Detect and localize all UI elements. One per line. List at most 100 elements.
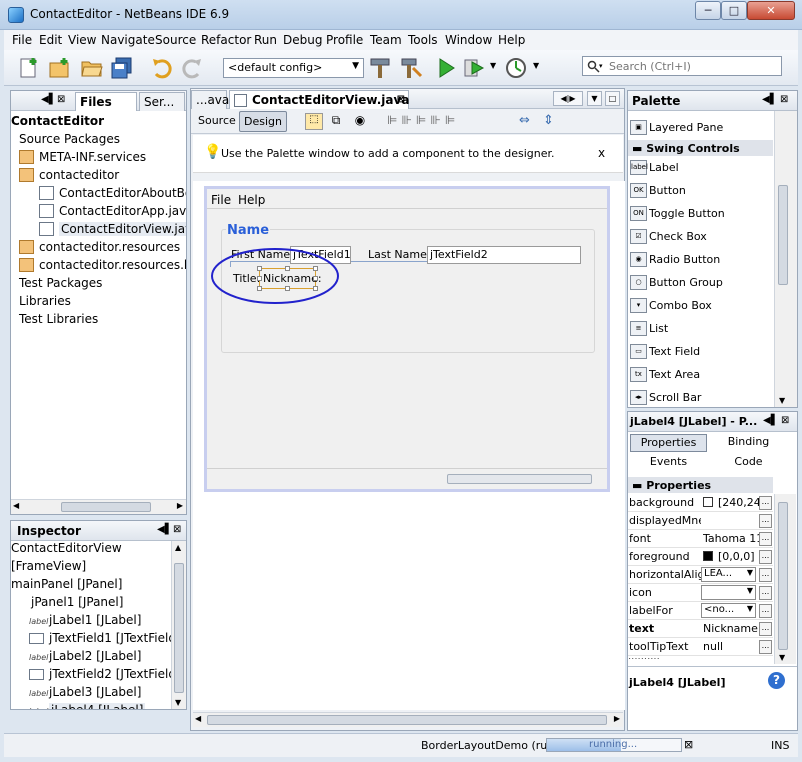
scroll-thumb[interactable] <box>174 563 184 693</box>
selection-mode-icon[interactable]: ⬚ <box>305 113 323 130</box>
property-editor-button[interactable]: ... <box>759 568 772 582</box>
menu-view[interactable]: View <box>68 33 96 47</box>
tab-code[interactable]: Code <box>710 454 787 472</box>
scroll-down-icon[interactable]: ▼ <box>779 653 785 662</box>
properties-section[interactable]: ▬ Properties <box>628 477 773 493</box>
property-editor-button[interactable]: ... <box>759 532 772 546</box>
profile-icon[interactable] <box>504 56 528 80</box>
design-view-button[interactable]: Design <box>239 111 287 132</box>
tree-node[interactable]: contacteditor.resources <box>19 238 180 256</box>
preview-design-icon[interactable]: ◉ <box>351 113 369 130</box>
tab-binding[interactable]: Binding <box>710 434 787 452</box>
scroll-down-icon[interactable]: ▼ <box>779 396 785 405</box>
property-value[interactable]: Tahoma 11 <box>703 532 760 545</box>
menu-window[interactable]: Window <box>445 33 492 47</box>
profile-dropdown-icon[interactable]: ▼ <box>533 61 539 70</box>
debug-icon[interactable] <box>462 56 486 80</box>
tab-scroll-left-icon[interactable]: ◀▌ <box>41 94 56 105</box>
close-icon[interactable]: ⊠ <box>57 94 65 105</box>
tab-services[interactable]: Ser... <box>139 92 185 111</box>
inspector-node[interactable]: labeljLabel3 [JLabel] <box>29 683 141 701</box>
property-row[interactable]: toolTipText null... <box>628 638 773 656</box>
minimize-panel-icon[interactable]: ◀▌ <box>157 524 172 535</box>
tree-node[interactable]: Libraries <box>19 292 71 310</box>
property-editor-button[interactable]: ... <box>759 622 772 636</box>
projects-hscrollbar[interactable]: ◀ ▶ <box>11 499 186 514</box>
form-menu-file[interactable]: File <box>211 193 231 207</box>
inspector-node[interactable]: labeljLabel4 [JLabel] <box>29 701 146 709</box>
inspector-node[interactable]: mainPanel [JPanel] <box>11 575 122 593</box>
scroll-down-icon[interactable]: ▼ <box>175 698 181 707</box>
tree-node[interactable]: Test Packages <box>19 274 102 292</box>
config-dropdown[interactable]: <default config> ▼ <box>223 58 364 78</box>
tree-node[interactable]: META-INF.services <box>19 148 146 166</box>
debug-dropdown-icon[interactable]: ▼ <box>490 61 496 70</box>
build-icon[interactable] <box>368 56 392 80</box>
scroll-left-icon[interactable]: ◀ <box>13 501 19 510</box>
vertical-resize-icon[interactable]: ⇕ <box>543 113 561 130</box>
help-icon[interactable]: ? <box>768 672 785 689</box>
clean-build-icon[interactable] <box>399 56 423 80</box>
minimize-button[interactable]: ─ <box>695 1 721 20</box>
hint-close-button[interactable]: x <box>598 146 605 160</box>
close-icon[interactable]: ⊠ <box>173 524 181 535</box>
property-row[interactable]: font Tahoma 11... <box>628 530 773 548</box>
inspector-node[interactable]: labeljLabel2 [JLabel] <box>29 647 141 665</box>
inspector-node[interactable]: jTextField2 [JTextField] <box>29 665 181 683</box>
minimize-panel-icon[interactable]: ◀▌ <box>762 94 777 105</box>
palette-vscrollbar[interactable]: ▼ <box>774 111 797 407</box>
palette-section-swing-controls[interactable]: ▬ Swing Controls <box>628 140 773 156</box>
menu-refactor[interactable]: Refactor <box>201 33 251 47</box>
menu-profile[interactable]: Profile <box>326 33 363 47</box>
maximize-button[interactable]: □ <box>721 1 747 20</box>
menu-navigate[interactable]: Navigate <box>101 33 155 47</box>
inspector-node[interactable]: jTextField1 [JTextField] <box>29 629 181 647</box>
editor-hscrollbar[interactable]: ◀ ▶ <box>193 712 623 727</box>
save-all-icon[interactable] <box>110 56 134 80</box>
inspector-vscrollbar[interactable]: ▲ ▼ <box>171 541 186 709</box>
property-editor-button[interactable]: ... <box>759 604 772 618</box>
align-icons[interactable]: ⊫⊪⊫⊪⊫ <box>387 113 487 130</box>
property-row[interactable]: displayedMnem... <box>628 512 773 530</box>
run-icon[interactable] <box>434 56 458 80</box>
last-name-textfield[interactable]: jTextField2 <box>427 246 581 264</box>
scroll-up-icon[interactable]: ▲ <box>175 543 181 552</box>
tree-node[interactable]: ContactEditor <box>11 112 104 130</box>
undo-icon[interactable] <box>150 56 174 80</box>
tab-events[interactable]: Events <box>630 454 707 472</box>
tab-other-file[interactable]: ...ava <box>191 90 229 109</box>
close-icon[interactable]: ⊠ <box>780 94 788 105</box>
search-box[interactable]: ▾ <box>582 56 782 76</box>
scroll-thumb[interactable] <box>778 502 788 650</box>
menu-source[interactable]: Source <box>155 33 196 47</box>
property-editor-button[interactable]: ... <box>759 514 772 528</box>
form-menu-help[interactable]: Help <box>238 193 265 207</box>
property-value[interactable]: null <box>703 640 760 653</box>
property-editor-button[interactable]: ... <box>759 586 772 600</box>
property-row[interactable]: labelFor <no... ▼... <box>628 602 773 620</box>
property-value[interactable]: Nickname: <box>703 622 760 635</box>
inspector-node[interactable]: ContactEditorView <box>11 539 122 557</box>
tree-node[interactable]: contacteditor <box>19 166 119 184</box>
new-file-icon[interactable] <box>18 56 42 80</box>
source-view-button[interactable]: Source <box>195 112 236 131</box>
maximize-editor-icon[interactable]: □ <box>605 91 620 106</box>
tab-scroll-icon[interactable]: ◀|▶ <box>553 91 583 106</box>
tab-list-icon[interactable]: ▼ <box>587 91 602 106</box>
inspector-node[interactable]: labeljLabel1 [JLabel] <box>29 611 141 629</box>
close-button[interactable]: ✕ <box>747 1 795 20</box>
tree-node[interactable]: ContactEditorView.java <box>39 220 186 238</box>
scroll-right-icon[interactable]: ▶ <box>177 501 183 510</box>
property-row[interactable]: horizontalAlignLEA... ▼... <box>628 566 773 584</box>
property-combo[interactable]: <no... ▼ <box>701 603 756 618</box>
redo-icon[interactable] <box>180 56 204 80</box>
properties-vscrollbar[interactable]: ▼ <box>774 494 796 664</box>
tree-node[interactable]: Source Packages <box>19 130 120 148</box>
inspector-node[interactable]: [FrameView] <box>11 557 86 575</box>
scroll-thumb[interactable] <box>778 185 788 285</box>
property-value[interactable]: [0,0,0] <box>703 550 760 563</box>
tree-node[interactable]: contacteditor.resources.busyicons <box>19 256 186 274</box>
property-combo[interactable]: ▼ <box>701 585 756 600</box>
property-value[interactable]: [240,24 <box>703 496 760 509</box>
minimize-panel-icon[interactable]: ◀▌ <box>763 415 778 426</box>
